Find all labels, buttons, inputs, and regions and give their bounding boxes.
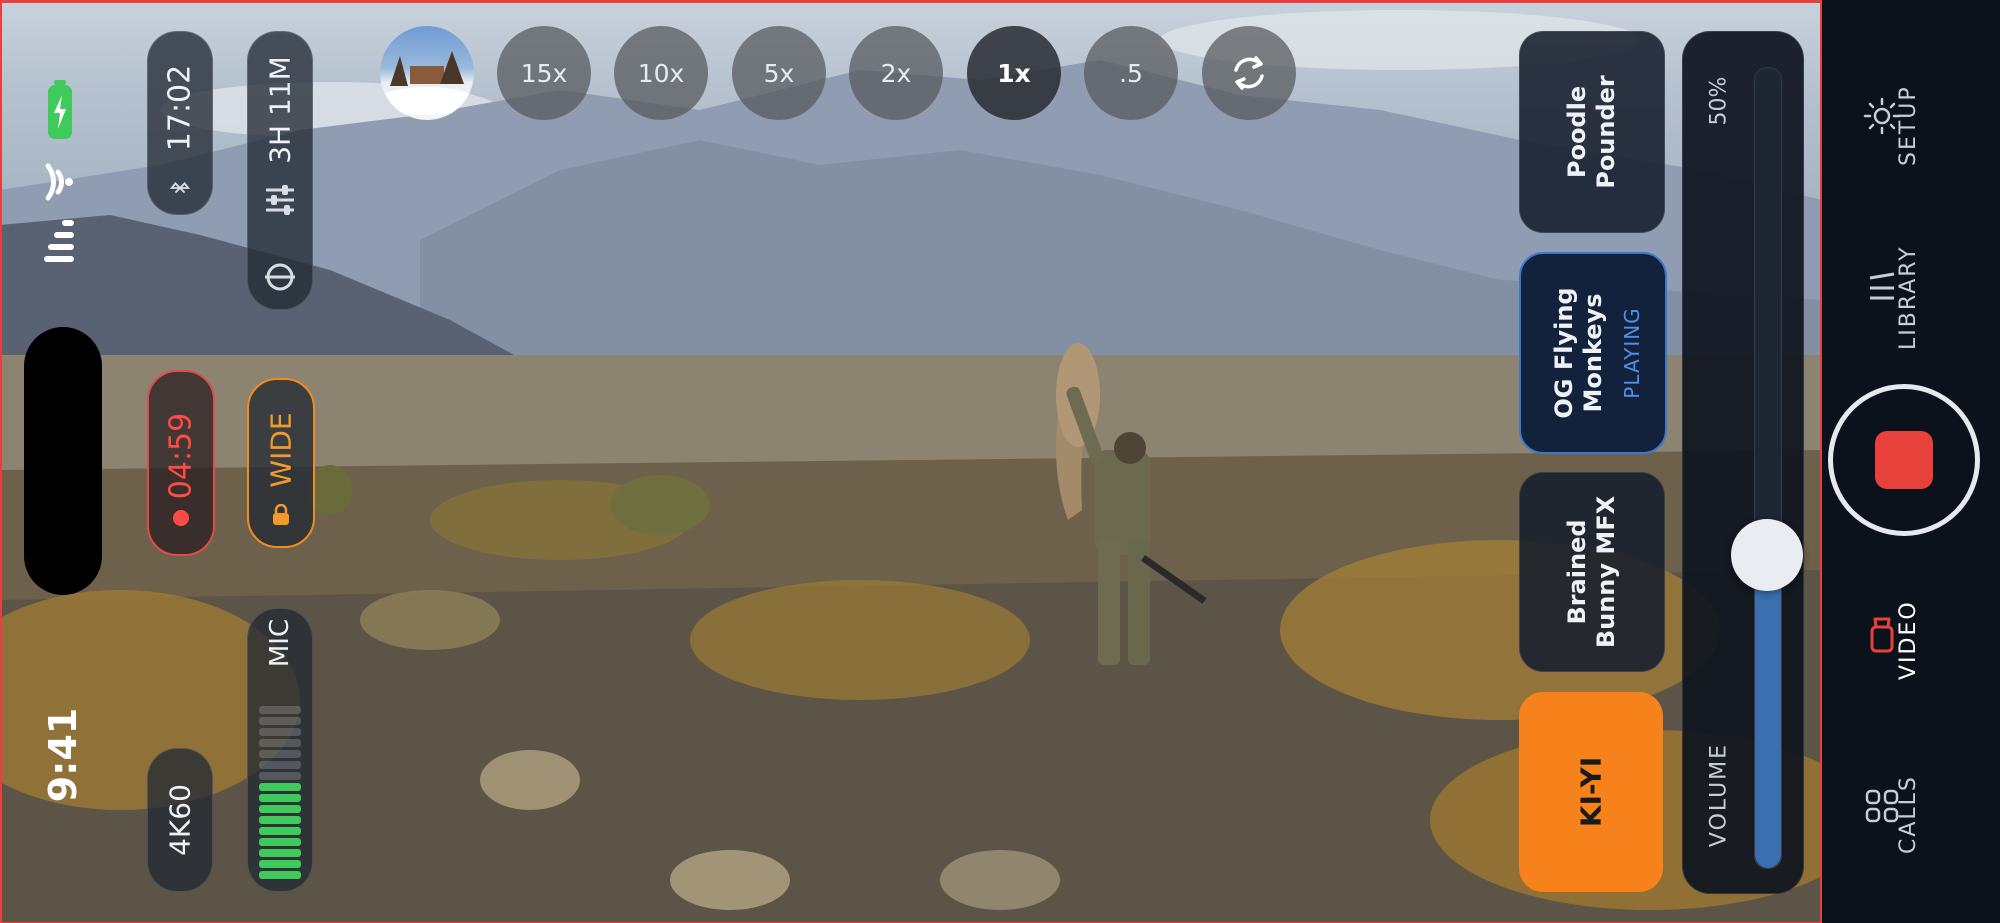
mic-level-segment [259,794,301,802]
nav-video-label: VIDEO [1896,600,1921,680]
mic-level-segment [259,739,301,747]
dynamic-island [24,327,102,595]
rotate-camera-icon [1234,56,1264,90]
lens-pill[interactable]: WIDE [247,378,315,548]
sound-title: Brained Bunny MFX [1563,495,1620,649]
battery-time: 3H 11M [263,55,297,164]
clock-pill: 17:02 [147,31,213,215]
nav-library-label: LIBRARY [1896,245,1921,350]
sound-title: Poodle Pounder [1563,75,1620,189]
bottom-navigation: SETUP LIBRARY VIDEO CALLS [1822,0,2000,923]
camera-viewfinder[interactable]: 9:41 17:02 3H 11M 04:59 WIDE MIC 4K60 15… [0,0,1822,923]
volume-track[interactable] [1754,67,1782,869]
calls-grid-icon [1865,789,1899,823]
zoom-2x-button[interactable]: 2x [849,26,943,120]
lock-icon [273,504,289,525]
sound-title: KI-YI [1574,756,1608,828]
lens-label: WIDE [264,412,298,488]
library-icon [1869,272,1895,300]
mic-level-segment [259,849,301,857]
nav-setup-label: SETUP [1896,85,1921,166]
nav-video[interactable]: VIDEO [1822,580,2000,690]
cellular-signal-icon [44,220,74,262]
recording-timer: 04:59 [163,412,199,499]
mic-meter-pill: MIC [247,608,313,892]
mic-level-segment [259,750,301,758]
battery-time-pill: 3H 11M [247,31,313,310]
clock-time: 17:02 [162,65,198,152]
zoom-0.5x-button[interactable]: .5 [1084,26,1178,120]
recording-dot [173,510,189,526]
volume-fill [1755,556,1781,868]
resolution-pill[interactable]: 4K60 [147,748,213,892]
volume-panel: 50% VOLUME [1682,31,1804,894]
mic-label: MIC [265,618,295,667]
playing-status: PLAYING [1619,307,1644,399]
battery-icon [48,80,72,139]
zoom-5x-button[interactable]: 5x [732,26,826,120]
stabilization-icon[interactable] [263,260,297,294]
mic-level-segment [259,827,301,835]
sound-card-poodle-pounder[interactable]: Poodle Pounder [1519,31,1665,233]
resolution-label: 4K60 [163,784,197,856]
mic-level-meter [259,701,301,879]
sliders-icon[interactable] [262,182,298,218]
video-camera-icon [1870,617,1894,653]
last-capture-thumbnail[interactable] [380,26,474,120]
nav-calls[interactable]: CALLS [1822,750,2000,870]
nav-calls-label: CALLS [1896,775,1921,854]
volume-slider-thumb[interactable] [1731,519,1803,591]
sound-card-og-flying-monkeys[interactable]: OG Flying Monkeys PLAYING [1519,252,1667,454]
mic-level-segment [259,871,301,879]
nav-library[interactable]: LIBRARY [1822,220,2000,360]
volume-label: VOLUME [1706,742,1732,848]
zoom-15x-button[interactable]: 15x [497,26,591,120]
sound-title: OG Flying Monkeys [1549,287,1607,419]
bluetooth-icon [169,182,191,194]
status-time: 9:41 [41,707,85,803]
recording-timer-pill: 04:59 [147,370,215,556]
flip-camera-button[interactable] [1202,26,1296,120]
mic-level-segment [259,728,301,736]
camera-app: 9:41 17:02 3H 11M 04:59 WIDE MIC 4K60 15… [0,0,2000,923]
zoom-10x-button[interactable]: 10x [614,26,708,120]
mic-level-segment [259,783,301,791]
mic-level-segment [259,706,301,714]
sound-card-ki-yi[interactable]: KI-YI [1519,692,1663,892]
nav-setup[interactable]: SETUP [1822,40,2000,190]
mic-level-segment [259,717,301,725]
mic-level-segment [259,816,301,824]
sound-card-brained-bunny-mfx[interactable]: Brained Bunny MFX [1519,472,1665,672]
mic-level-segment [259,838,301,846]
record-button[interactable] [1828,384,1980,536]
zoom-1x-button[interactable]: 1x [967,26,1061,120]
mic-level-segment [259,860,301,868]
volume-value: 50% [1706,76,1732,126]
wifi-icon [45,163,73,201]
mic-level-segment [259,805,301,813]
mic-level-segment [259,772,301,780]
status-bar [42,80,82,280]
status-time-container: 9:41 [28,690,98,820]
mic-level-segment [259,761,301,769]
record-stop-icon [1875,431,1933,489]
